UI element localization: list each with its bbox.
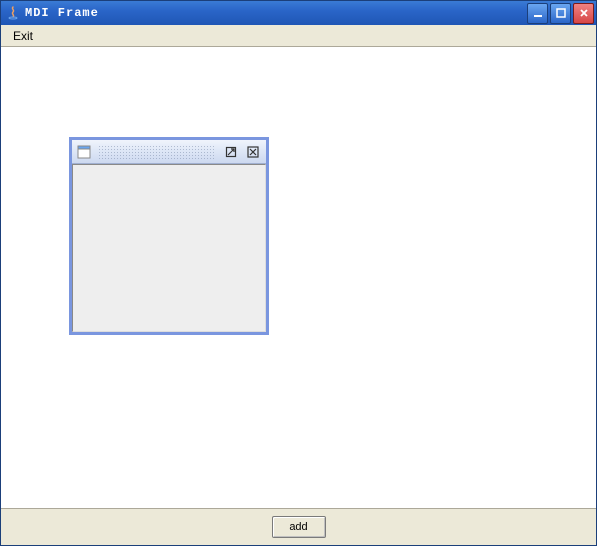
menubar: Exit — [1, 25, 596, 47]
java-icon — [5, 5, 21, 21]
window-control-buttons — [527, 3, 594, 24]
bottom-bar: add — [1, 509, 596, 545]
add-button-label: add — [289, 521, 307, 533]
menu-item-exit[interactable]: Exit — [7, 27, 39, 45]
window-title: MDI Frame — [25, 6, 527, 20]
main-window: MDI Frame Exit — [0, 0, 597, 546]
maximize-button[interactable] — [550, 3, 571, 24]
internal-frame[interactable] — [69, 137, 269, 335]
internal-frame-icon — [76, 144, 92, 160]
close-button[interactable] — [573, 3, 594, 24]
internal-frame-title-grip — [98, 145, 216, 159]
internal-close-button[interactable] — [244, 143, 262, 161]
desktop-pane[interactable] — [1, 47, 596, 509]
minimize-button[interactable] — [527, 3, 548, 24]
internal-maximize-button[interactable] — [222, 143, 240, 161]
internal-titlebar[interactable] — [72, 140, 266, 164]
titlebar[interactable]: MDI Frame — [1, 1, 596, 25]
add-button[interactable]: add — [272, 516, 326, 538]
internal-frame-content — [72, 164, 266, 332]
